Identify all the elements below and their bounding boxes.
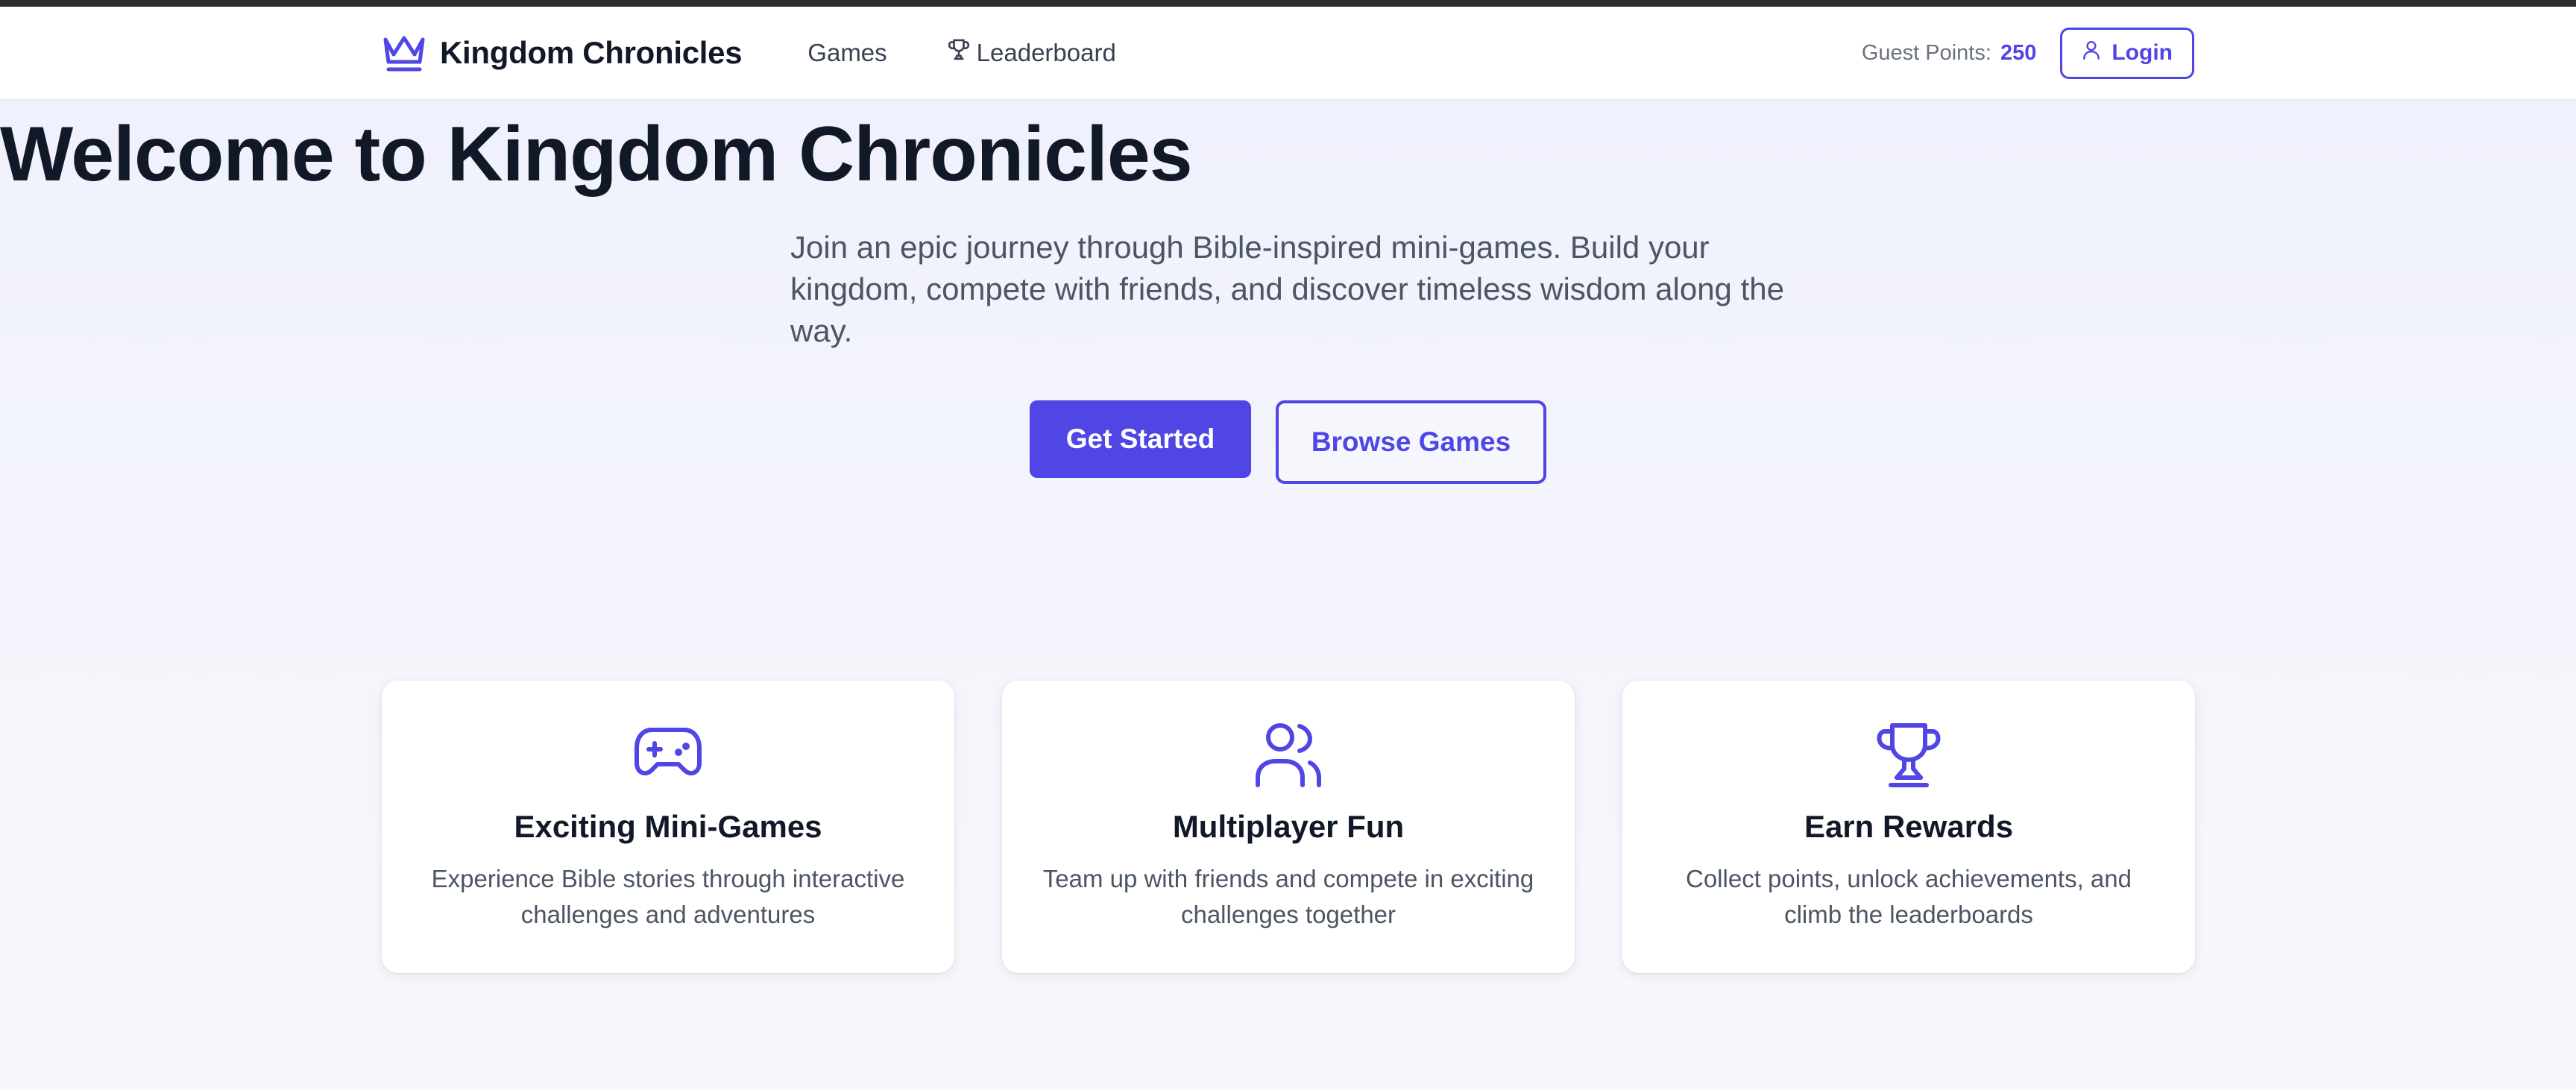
- feature-card-mini-games: Exciting Mini-Games Experience Bible sto…: [382, 681, 954, 973]
- window-top-border: [0, 0, 2576, 7]
- trophy-icon: [1622, 721, 2195, 791]
- guest-points-value: 250: [2000, 40, 2037, 65]
- login-button[interactable]: Login: [2060, 27, 2194, 79]
- hero-subtitle: Join an epic journey through Bible-inspi…: [790, 230, 1784, 348]
- get-started-button[interactable]: Get Started: [1030, 400, 1251, 478]
- nav-link-leaderboard-label: Leaderboard: [976, 39, 1116, 66]
- feature-title: Earn Rewards: [1804, 809, 2014, 844]
- guest-points: Guest Points: 250: [1862, 41, 2037, 66]
- feature-description: Team up with friends and compete in exci…: [1042, 865, 1534, 928]
- navbar-inner: Kingdom Chronicles Games Leaderboard Gue…: [382, 7, 2194, 99]
- nav-link-games-label: Games: [807, 39, 887, 66]
- brand-home-link[interactable]: Kingdom Chronicles: [382, 34, 743, 72]
- feature-card-multiplayer: Multiplayer Fun Team up with friends and…: [1002, 681, 1575, 973]
- feature-description: Collect points, unlock achievements, and…: [1686, 865, 2132, 928]
- trophy-icon: [947, 37, 971, 69]
- features-section: Exciting Mini-Games Experience Bible sto…: [382, 681, 2195, 973]
- feature-card-rewards: Earn Rewards Collect points, unlock achi…: [1622, 681, 2195, 973]
- feature-title: Exciting Mini-Games: [514, 809, 822, 844]
- nav-right: Guest Points: 250 Login: [1862, 27, 2194, 79]
- feature-title: Multiplayer Fun: [1172, 809, 1405, 844]
- nav-links: Games Leaderboard: [807, 37, 1116, 69]
- browse-games-button[interactable]: Browse Games: [1276, 400, 1546, 484]
- users-icon: [1002, 721, 1575, 791]
- hero-cta-row: Get Started Browse Games: [0, 400, 2576, 484]
- user-icon: [2082, 40, 2101, 66]
- gamepad-icon: [382, 721, 954, 791]
- navbar: Kingdom Chronicles Games Leaderboard Gue…: [0, 7, 2576, 101]
- hero-title: Welcome to Kingdom Chronicles: [0, 111, 1193, 198]
- guest-points-label: Guest Points:: [1861, 40, 1991, 65]
- login-button-label: Login: [2111, 40, 2173, 65]
- nav-link-leaderboard[interactable]: Leaderboard: [947, 37, 1116, 69]
- crown-icon: [382, 34, 426, 72]
- feature-description: Experience Bible stories through interac…: [431, 865, 905, 928]
- nav-link-games[interactable]: Games: [807, 39, 887, 67]
- brand-name: Kingdom Chronicles: [440, 35, 743, 70]
